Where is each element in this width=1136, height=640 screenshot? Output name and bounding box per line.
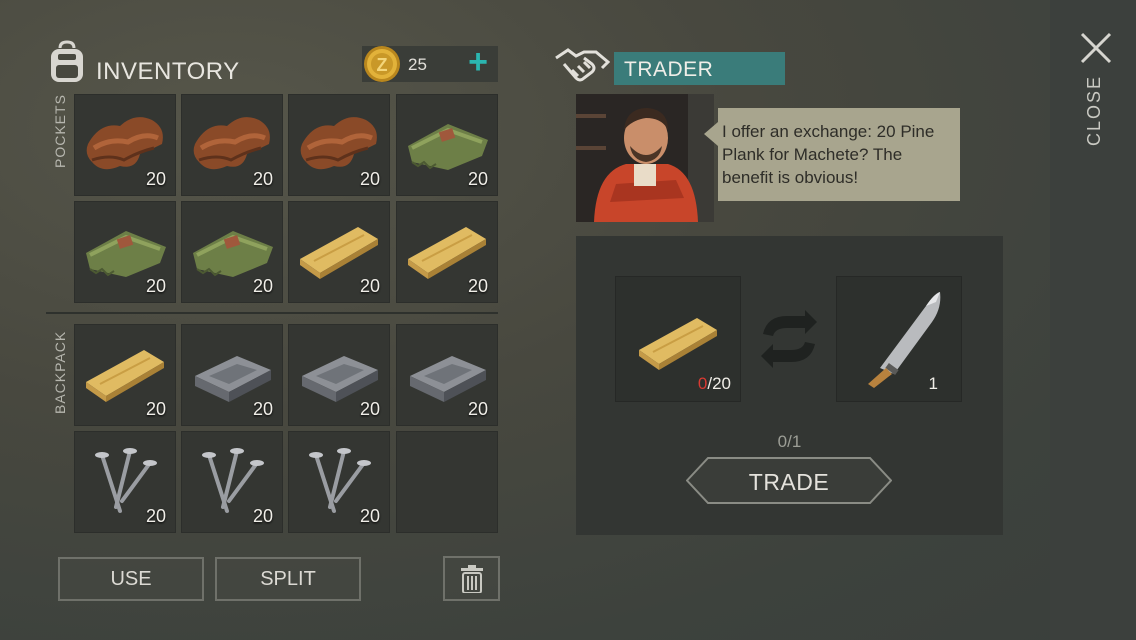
trash-icon [461, 565, 483, 593]
pine-plank-icon [639, 318, 717, 370]
backpack-slot[interactable]: 20 [74, 431, 176, 533]
trash-button[interactable] [443, 556, 500, 601]
backpack-slot[interactable]: 20 [74, 324, 176, 426]
add-coins-button[interactable]: + [462, 45, 494, 79]
item-quantity: 20 [359, 506, 380, 526]
trader-title-bar: TRADER [614, 52, 785, 85]
item-quantity: 20 [467, 276, 488, 296]
trader-avatar [576, 94, 714, 222]
item-quantity: 20 [252, 276, 273, 296]
item-quantity: 20 [359, 169, 380, 189]
pocket-slot[interactable]: 20 [181, 201, 283, 303]
backpack-icon [51, 40, 83, 82]
backpack-slot[interactable]: 20 [181, 431, 283, 533]
pocket-slot[interactable]: 20 [288, 201, 390, 303]
coin-balance: Z 25 + [362, 45, 498, 82]
receive-quantity: 1 [928, 374, 938, 393]
backpack-slot[interactable]: 20 [288, 431, 390, 533]
trade-progress: 0/1 [777, 432, 802, 451]
item-quantity: 20 [145, 399, 166, 419]
handshake-icon [555, 48, 610, 82]
receive-item-slot[interactable]: 1 [836, 276, 962, 402]
inventory-header: INVENTORY Z 25 + [46, 38, 506, 88]
speech-bubble-arrow [704, 122, 718, 146]
backpack-slot[interactable]: 20 [396, 324, 498, 426]
pocket-slot[interactable]: 20 [181, 94, 283, 196]
close-panel: CLOSE [1050, 0, 1136, 640]
give-item-slot[interactable]: 0/20 [615, 276, 741, 402]
trade-panel: 0/20 1 0/1 TRADE [576, 236, 1003, 535]
split-button[interactable]: SPLIT [215, 557, 361, 601]
backpack-label: BACKPACK [52, 330, 68, 414]
trader-portrait [576, 94, 714, 222]
give-need-count: /20 [707, 374, 731, 393]
item-quantity: 20 [252, 169, 273, 189]
item-quantity: 20 [145, 506, 166, 526]
give-quantity: 0/20 [698, 374, 731, 394]
item-quantity: 20 [359, 399, 380, 419]
item-quantity: 20 [467, 399, 488, 419]
trade-label: TRADE [748, 469, 830, 495]
coin-icon: Z [364, 46, 400, 82]
coin-count: 25 [408, 55, 427, 74]
item-quantity: 20 [359, 276, 380, 296]
swap-arrows-icon [761, 310, 817, 368]
pocket-slot[interactable]: 20 [396, 201, 498, 303]
machete-icon [868, 292, 941, 388]
give-have-count: 0 [697, 374, 708, 393]
svg-text:Z: Z [377, 55, 388, 75]
backpack-slot-empty[interactable] [396, 431, 498, 533]
pocket-slot[interactable]: 20 [396, 94, 498, 196]
item-quantity: 20 [252, 506, 273, 526]
trader-message: I offer an exchange: 20 Pine Plank for M… [722, 122, 935, 187]
section-divider [46, 312, 498, 314]
pocket-slot[interactable]: 20 [288, 94, 390, 196]
backpack-slot[interactable]: 20 [181, 324, 283, 426]
pocket-slot[interactable]: 20 [74, 201, 176, 303]
close-button[interactable]: CLOSE [1084, 75, 1105, 146]
item-quantity: 20 [252, 399, 273, 419]
trader-title: TRADER [624, 58, 714, 81]
inventory-title: INVENTORY [96, 58, 240, 85]
pockets-label: POCKETS [52, 94, 68, 168]
use-button[interactable]: USE [58, 557, 204, 601]
backpack-slot[interactable]: 20 [288, 324, 390, 426]
close-icon[interactable] [1078, 30, 1114, 66]
pocket-slot[interactable]: 20 [74, 94, 176, 196]
item-quantity: 20 [145, 276, 166, 296]
speech-bubble: I offer an exchange: 20 Pine Plank for M… [718, 108, 960, 201]
item-quantity: 20 [145, 169, 166, 189]
trade-button[interactable]: TRADE [686, 457, 892, 504]
item-quantity: 20 [467, 169, 488, 189]
